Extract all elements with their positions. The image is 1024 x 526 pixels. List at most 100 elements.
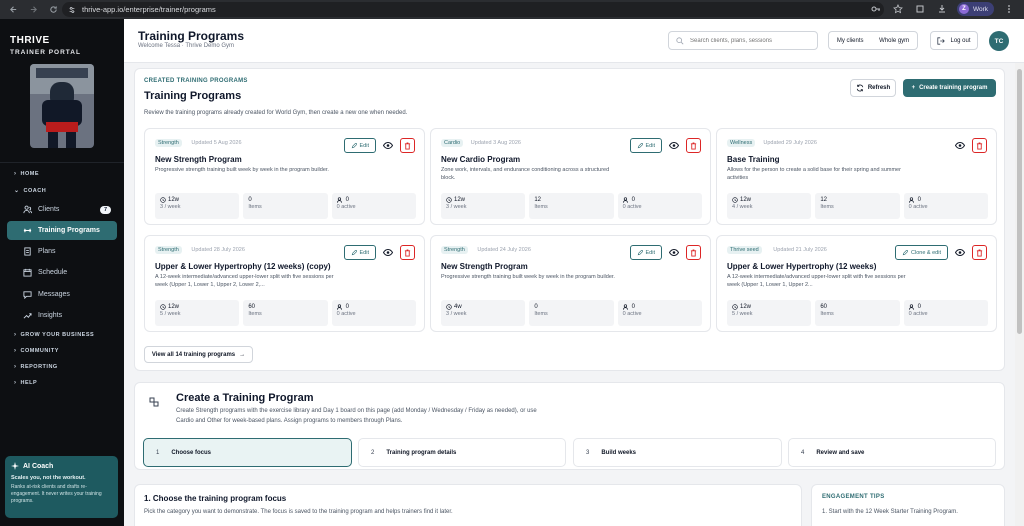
- program-card[interactable]: Strength Updated 28 July 2026 Upper & Lowe…: [144, 235, 425, 332]
- toggle-whole-gym[interactable]: Whole gym: [879, 38, 909, 44]
- extensions-icon[interactable]: [913, 2, 927, 16]
- eye-icon[interactable]: [954, 247, 966, 259]
- program-stats: 4w 3 / week 0 Items 0 0 active: [441, 300, 702, 326]
- step-build-weeks[interactable]: 3 Build weeks: [573, 438, 782, 467]
- step-program-details[interactable]: 2 Training program details: [358, 438, 566, 467]
- program-card[interactable]: Thrive seed Updated 21 July 2026 Upper & L…: [716, 235, 997, 332]
- sidebar-item-clients[interactable]: Clients 7: [7, 200, 117, 219]
- sidebar-item-messages[interactable]: Messages: [7, 285, 117, 304]
- sidebar: THRIVE TRAINER PORTAL › HOME ⌄ COACH Clien…: [0, 19, 124, 526]
- program-card[interactable]: Strength Updated 5 Aug 2026 New Strength P…: [144, 128, 425, 225]
- program-card[interactable]: Strength Updated 24 July 2026 New Strength…: [430, 235, 711, 332]
- download-icon[interactable]: [935, 2, 949, 16]
- edit-button[interactable]: Edit: [343, 245, 376, 260]
- edit-button[interactable]: Clone & edit: [895, 245, 948, 260]
- refresh-button[interactable]: Refresh: [850, 79, 896, 97]
- chevron-right-icon: ›: [14, 364, 17, 370]
- back-icon[interactable]: [6, 3, 20, 17]
- scope-toggle: My clients Whole gym: [828, 31, 918, 50]
- edit-label: Clone & edit: [911, 249, 941, 256]
- edit-label: Edit: [645, 142, 655, 149]
- pencil-icon: [637, 249, 643, 256]
- step-choose-focus[interactable]: 1 Choose focus: [143, 438, 352, 467]
- menu-icon[interactable]: [1002, 2, 1016, 16]
- profile-avatar: Z: [958, 4, 969, 14]
- trash-icon[interactable]: [686, 245, 701, 260]
- pencil-icon: [351, 142, 357, 149]
- stat-items: 0 Items: [529, 300, 614, 326]
- section-coach[interactable]: ⌄ COACH: [14, 187, 46, 195]
- search-input[interactable]: [690, 37, 810, 44]
- sidebar-item-training-programs[interactable]: Training Programs: [7, 221, 117, 240]
- scrollbar-thumb[interactable]: [1017, 69, 1022, 334]
- section-home[interactable]: › HOME: [14, 171, 39, 177]
- program-card[interactable]: Wellness Updated 29 July 2026 Base Trainin…: [716, 128, 997, 225]
- site-info-icon[interactable]: [68, 6, 76, 14]
- program-name: Upper & Lower Hypertrophy (12 weeks) (co…: [155, 262, 331, 271]
- edit-button[interactable]: Edit: [629, 245, 662, 260]
- program-updated: Updated 5 Aug 2026: [191, 140, 242, 146]
- program-name: Upper & Lower Hypertrophy (12 weeks): [727, 262, 877, 271]
- forward-icon[interactable]: [26, 3, 40, 17]
- trash-icon[interactable]: [972, 245, 987, 260]
- toggle-my-clients[interactable]: My clients: [837, 38, 864, 44]
- user-avatar[interactable]: TC: [989, 31, 1009, 51]
- create-program-button[interactable]: + Create training program: [903, 79, 996, 97]
- edit-label: Edit: [359, 249, 369, 256]
- eye-icon[interactable]: [382, 247, 394, 259]
- program-updated: Updated 24 July 2026: [477, 247, 531, 253]
- program-tag: Strength: [155, 246, 182, 254]
- page-subtitle: Welcome Tessa · Thrive Demo Gym: [138, 43, 235, 49]
- sidebar-item-schedule[interactable]: Schedule: [7, 263, 117, 282]
- star-icon[interactable]: [891, 2, 905, 16]
- stat-frequency: 5 / week: [732, 311, 753, 317]
- program-stats: 12w 5 / week 60 Items 0 0 active: [155, 300, 416, 326]
- edit-button[interactable]: Edit: [629, 138, 662, 153]
- section-grow-label: GROW YOUR BUSINESS: [20, 332, 95, 338]
- key-icon[interactable]: [869, 2, 883, 16]
- eye-icon[interactable]: [668, 247, 680, 259]
- trash-icon[interactable]: [400, 245, 415, 260]
- sidebar-item-plans[interactable]: Plans: [7, 242, 117, 261]
- view-all-programs-button[interactable]: View all 14 training programs →: [144, 346, 253, 363]
- eye-icon[interactable]: [382, 140, 394, 152]
- program-actions: Edit: [629, 138, 701, 153]
- profile-chip[interactable]: Z Work: [956, 2, 994, 16]
- section-community[interactable]: › COMMUNITY: [14, 348, 59, 354]
- stat-active: 00 active: [331, 193, 416, 219]
- ai-coach-card[interactable]: AI Coach Scales you, not the workout. Ra…: [5, 456, 118, 518]
- section-help[interactable]: › HELP: [14, 380, 37, 386]
- trash-icon[interactable]: [686, 138, 701, 153]
- scrollbar[interactable]: [1015, 63, 1024, 526]
- program-actions: Clone & edit: [895, 245, 987, 260]
- section-grow[interactable]: › GROW YOUR BUSINESS: [14, 332, 94, 338]
- program-description: Zone work, intervals, and endurance cond…: [441, 167, 610, 181]
- program-card[interactable]: Cardio Updated 3 Aug 2026 New Cardio Progr…: [430, 128, 711, 225]
- search-box[interactable]: [668, 31, 818, 50]
- view-all-label: View all 14 training programs: [151, 351, 236, 358]
- stat-items: 12 Items: [815, 193, 900, 219]
- stat-items-value: 60: [820, 304, 828, 310]
- program-stats: 12w 3 / week 0 Items 0 0 active: [155, 193, 416, 219]
- trash-icon[interactable]: [400, 138, 415, 153]
- arrow-right-icon: →: [239, 351, 246, 358]
- edit-label: Edit: [645, 249, 655, 256]
- address-bar[interactable]: thrive-app.io/enterprise/trainer/program…: [62, 2, 884, 17]
- sidebar-item-insights[interactable]: Insights: [7, 306, 117, 325]
- reload-icon[interactable]: [46, 3, 60, 17]
- eye-icon[interactable]: [668, 140, 680, 152]
- clock-icon: [732, 304, 738, 310]
- edit-button[interactable]: Edit: [343, 138, 376, 153]
- trash-icon[interactable]: [972, 138, 987, 153]
- browser-toolbar: thrive-app.io/enterprise/trainer/program…: [0, 0, 1024, 19]
- stat-items-value: 0: [534, 304, 538, 310]
- eye-icon[interactable]: [954, 140, 966, 152]
- step-review-save[interactable]: 4 Review and save: [788, 438, 996, 467]
- stat-weeks: 12w: [168, 304, 180, 310]
- program-updated: Updated 21 July 2026: [773, 247, 827, 253]
- section-reporting[interactable]: › REPORTING: [14, 364, 58, 370]
- create-program-label: Create training program: [919, 85, 988, 91]
- logout-button[interactable]: Log out: [930, 31, 978, 50]
- stat-active-label: 0 active: [336, 311, 356, 317]
- dumbbell-icon: [23, 226, 32, 235]
